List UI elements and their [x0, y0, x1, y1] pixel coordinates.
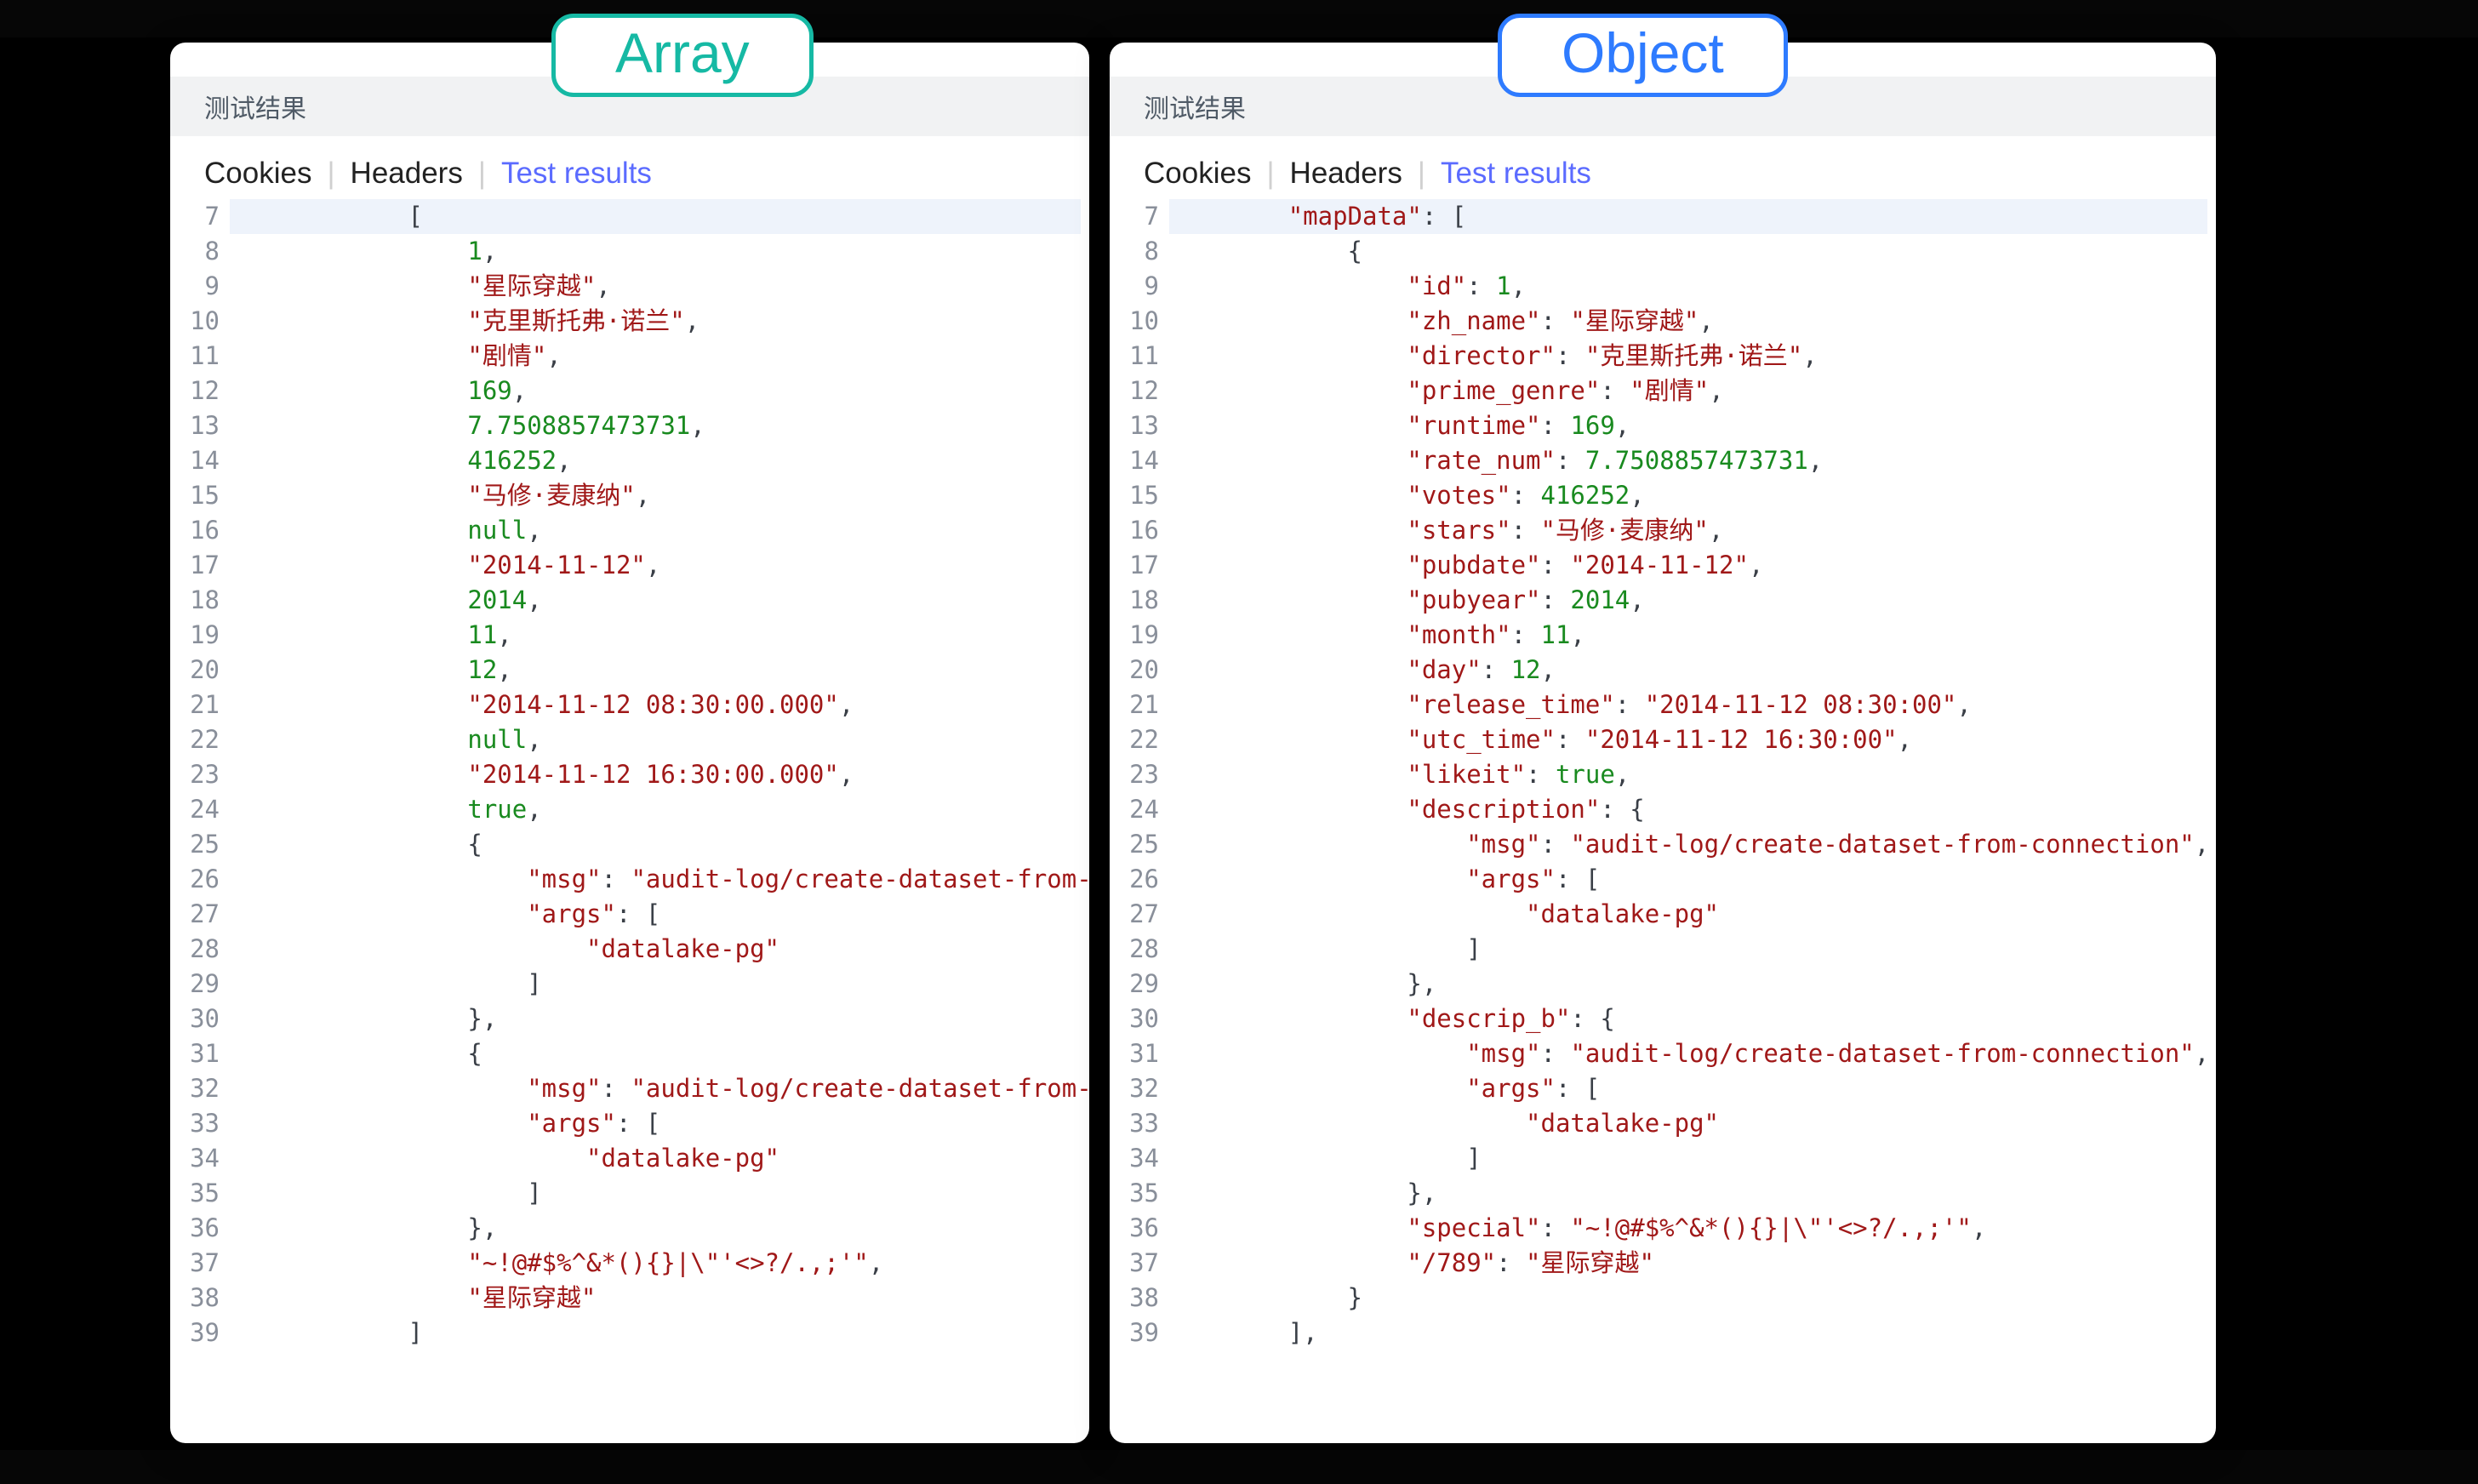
tab-test-results[interactable]: Test results — [501, 157, 652, 191]
line-gutter: 7891011121314151617181920212223242526272… — [1110, 199, 1169, 1443]
stage: Array Object 测试结果 Cookies | Headers | Te… — [0, 0, 2478, 1484]
tab-divider: | — [1418, 157, 1425, 191]
code-body[interactable]: [ 1, "星际穿越", "克里斯托弗·诺兰", "剧情", 169, 7.75… — [230, 199, 1089, 1443]
tab-cookies[interactable]: Cookies — [1144, 157, 1251, 191]
panel-object: 测试结果 Cookies | Headers | Test results 78… — [1110, 43, 2216, 1443]
tab-headers[interactable]: Headers — [351, 157, 463, 191]
tabs-row-right: Cookies | Headers | Test results — [1110, 136, 2216, 199]
panel-array: 测试结果 Cookies | Headers | Test results 78… — [170, 43, 1089, 1443]
letterbox-bottom — [0, 1450, 2478, 1484]
tabs-row-left: Cookies | Headers | Test results — [170, 136, 1089, 199]
code-viewer-left[interactable]: 7891011121314151617181920212223242526272… — [170, 199, 1089, 1443]
badge-array: Array — [551, 14, 814, 97]
letterbox-top — [0, 0, 2478, 37]
tab-divider: | — [327, 157, 334, 191]
tab-divider: | — [1266, 157, 1274, 191]
code-viewer-right[interactable]: 7891011121314151617181920212223242526272… — [1110, 199, 2216, 1443]
tab-headers[interactable]: Headers — [1290, 157, 1402, 191]
line-gutter: 7891011121314151617181920212223242526272… — [170, 199, 230, 1443]
code-body[interactable]: "mapData": [ { "id": 1, "zh_name": "星际穿越… — [1169, 199, 2216, 1443]
tab-cookies[interactable]: Cookies — [204, 157, 311, 191]
badge-object: Object — [1498, 14, 1788, 97]
tab-test-results[interactable]: Test results — [1441, 157, 1591, 191]
tab-divider: | — [478, 157, 486, 191]
